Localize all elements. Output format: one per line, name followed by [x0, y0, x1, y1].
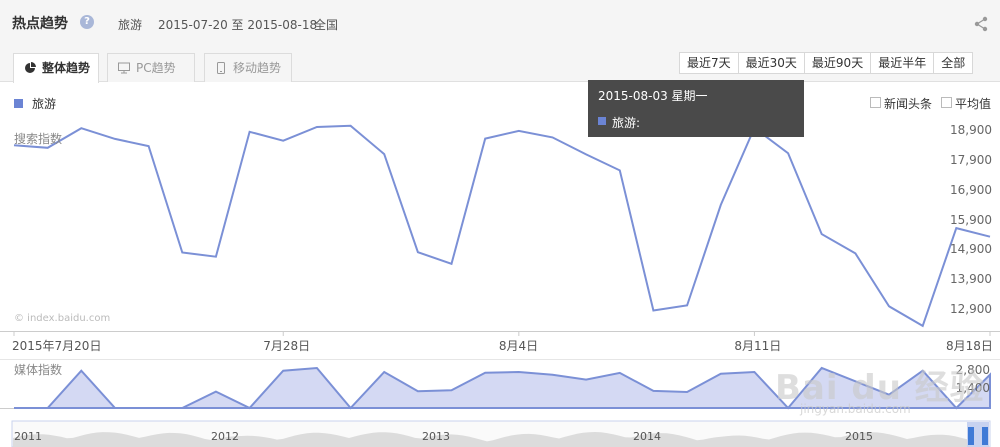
media-index-point[interactable] — [281, 369, 285, 373]
media-index-label: 媒体指数 — [14, 363, 63, 377]
media-index-point[interactable] — [315, 366, 319, 370]
media-index-point[interactable] — [550, 373, 554, 377]
media-index-point[interactable] — [214, 390, 218, 394]
brush-right-handle[interactable] — [982, 427, 988, 445]
media-index-point[interactable] — [483, 371, 487, 375]
search-index-point[interactable] — [516, 128, 522, 134]
y-tick-label: 12,900 — [950, 301, 992, 316]
x-tick-label: 8月4日 — [498, 339, 539, 353]
y-tick-label: 15,900 — [950, 212, 992, 227]
x-tick-label: 8月11日 — [734, 339, 782, 353]
media-index-point[interactable] — [248, 406, 252, 410]
baidu-watermark-url: jingyan.baidu.com — [800, 402, 911, 416]
overview-year-label: 2014 — [633, 430, 661, 443]
media-index-point[interactable] — [651, 389, 655, 393]
search-index-point[interactable] — [583, 151, 589, 157]
search-index-point[interactable] — [381, 151, 387, 157]
search-index-point[interactable] — [785, 150, 791, 156]
search-index-point[interactable] — [247, 129, 253, 135]
search-index-point[interactable] — [449, 261, 455, 267]
media-index-point[interactable] — [147, 406, 151, 410]
search-index-point[interactable] — [987, 234, 993, 240]
search-index-point[interactable] — [78, 125, 84, 131]
search-index-point[interactable] — [617, 167, 623, 173]
media-index-point[interactable] — [584, 378, 588, 382]
search-index-label: 搜索指数 — [14, 132, 63, 146]
y-tick-label: 14,900 — [950, 242, 992, 257]
search-index-point[interactable] — [920, 323, 926, 329]
tooltip-swatch — [598, 117, 606, 125]
overview-year-label: 2013 — [422, 430, 450, 443]
search-index-point[interactable] — [112, 136, 118, 142]
media-index-point[interactable] — [752, 370, 756, 374]
media-index-point[interactable] — [349, 406, 353, 410]
x-tick-label: 2015年7月20日 — [12, 339, 102, 353]
search-index-point[interactable] — [684, 302, 690, 308]
overview-year-label: 2012 — [211, 430, 239, 443]
search-index-point[interactable] — [482, 136, 488, 142]
search-index-point[interactable] — [415, 249, 421, 255]
media-index-point[interactable] — [719, 372, 723, 376]
overview-year-label: 2015 — [845, 430, 873, 443]
search-index-point[interactable] — [280, 138, 286, 144]
media-index-point[interactable] — [180, 406, 184, 410]
y-tick-label: 18,900 — [950, 123, 992, 138]
media-index-point[interactable] — [382, 370, 386, 374]
search-index-line — [13, 124, 991, 328]
media-index-point[interactable] — [113, 406, 117, 410]
search-index-point[interactable] — [549, 134, 555, 140]
media-index-point[interactable] — [685, 390, 689, 394]
search-index-point[interactable] — [819, 231, 825, 237]
search-index-point[interactable] — [718, 202, 724, 208]
search-index-point[interactable] — [179, 250, 185, 256]
media-index-point[interactable] — [416, 389, 420, 393]
media-index-point[interactable] — [618, 371, 622, 375]
x-tick-label: 7月28日 — [263, 339, 311, 353]
media-index-point[interactable] — [450, 388, 454, 392]
tooltip-date: 2015-08-03 星期一 — [598, 89, 708, 103]
tooltip-series-label: 旅游: — [612, 116, 641, 130]
chart-tooltip: 2015-08-03 星期一 旅游: — [588, 80, 804, 137]
search-index-point[interactable] — [852, 250, 858, 256]
search-index-point[interactable] — [348, 123, 354, 129]
media-index-point[interactable] — [79, 369, 83, 373]
search-index-point[interactable] — [146, 143, 152, 149]
media-index-point[interactable] — [46, 406, 50, 410]
y-tick-label: 16,900 — [950, 182, 992, 197]
y-tick-label: 17,900 — [950, 153, 992, 168]
overview-year-label: 2011 — [14, 430, 42, 443]
brush-left-handle[interactable] — [968, 427, 974, 445]
media-index-point[interactable] — [12, 406, 16, 410]
search-index-point[interactable] — [213, 254, 219, 260]
y-tick-label: 13,900 — [950, 272, 992, 287]
search-index-point[interactable] — [886, 303, 892, 309]
search-index-point[interactable] — [650, 307, 656, 313]
site-watermark: © index.baidu.com — [14, 313, 111, 324]
search-index-point[interactable] — [314, 124, 320, 130]
x-tick-label: 8月18日 — [946, 339, 993, 353]
media-index-point[interactable] — [517, 370, 521, 374]
